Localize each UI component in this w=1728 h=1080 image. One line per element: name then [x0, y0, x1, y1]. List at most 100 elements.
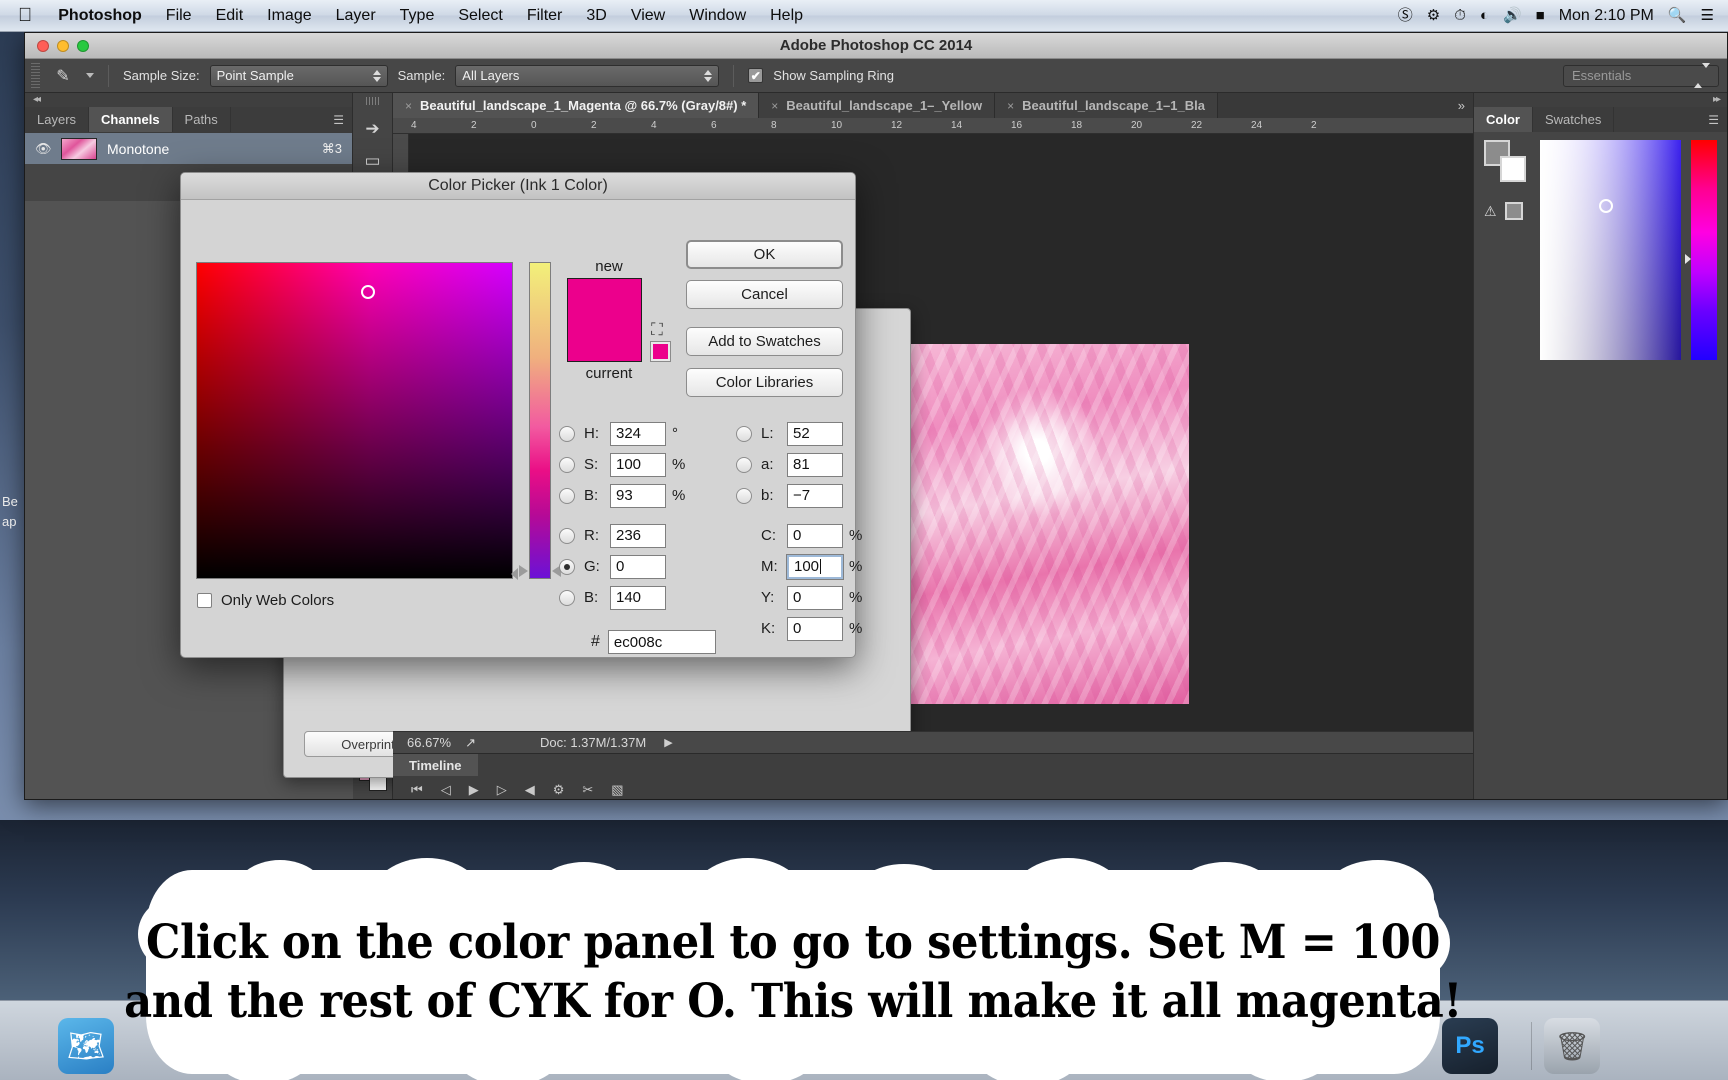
input-y[interactable]: 0 [787, 586, 843, 610]
share-icon[interactable]: ↗ [465, 735, 476, 751]
sample-size-select[interactable]: Point Sample [210, 65, 388, 87]
gamut-warning[interactable]: ⚠ [1484, 202, 1530, 220]
play-icon[interactable]: ▶ [469, 782, 479, 798]
zoom-level[interactable]: 66.67% [407, 735, 451, 750]
only-web-colors-row[interactable]: Only Web Colors [197, 592, 334, 609]
battery-icon[interactable]: ■ [1536, 8, 1545, 23]
menubar-clock[interactable]: Mon 2:10 PM [1559, 7, 1654, 25]
menu-item-layer[interactable]: Layer [324, 7, 388, 25]
document-tabs-overflow-icon[interactable]: » [1450, 93, 1473, 118]
menu-item-photoshop[interactable]: Photoshop [46, 7, 154, 25]
trash-icon[interactable]: 🗑 [1544, 1018, 1600, 1074]
tab-timeline[interactable]: Timeline [393, 754, 478, 776]
channel-row-monotone[interactable]: 👁 Monotone ⌘3 [25, 132, 352, 164]
color-panel-menu-icon[interactable]: ☰ [1700, 107, 1727, 132]
close-icon[interactable]: × [405, 99, 412, 113]
render-icon[interactable]: ▧ [611, 782, 623, 798]
creative-cloud-icon[interactable]: Ⓢ [1398, 8, 1413, 23]
color-picker-hue-slider[interactable] [529, 262, 551, 579]
panel-fg-bg-swatches[interactable] [1484, 140, 1526, 180]
marquee-tool-icon[interactable]: ▭ [364, 151, 380, 171]
menu-item-filter[interactable]: Filter [515, 7, 575, 25]
input-b-blue[interactable]: 140 [610, 586, 666, 610]
input-hex[interactable]: ec008c [608, 630, 716, 654]
panel-background-swatch[interactable] [1500, 156, 1526, 182]
radio-a[interactable] [736, 457, 752, 473]
cancel-button[interactable]: Cancel [686, 280, 843, 309]
document-tab-black[interactable]: × Beautiful_landscape_1–1_Bla [995, 93, 1218, 118]
search-icon[interactable]: 🔍 [1668, 8, 1687, 23]
next-frame-icon[interactable]: ▷ [497, 782, 507, 798]
menu-item-window[interactable]: Window [677, 7, 758, 25]
input-b-brightness[interactable]: 93 [610, 484, 666, 508]
menu-item-3d[interactable]: 3D [574, 7, 618, 25]
menu-item-file[interactable]: File [154, 7, 204, 25]
tab-layers[interactable]: Layers [25, 107, 89, 132]
menu-item-view[interactable]: View [619, 7, 677, 25]
tab-swatches[interactable]: Swatches [1533, 107, 1614, 132]
volume-icon[interactable]: 🔊 [1503, 8, 1522, 23]
input-r[interactable]: 236 [610, 524, 666, 548]
wifi-icon[interactable]: ◐ [1480, 8, 1489, 23]
input-a[interactable]: 81 [787, 453, 843, 477]
input-h[interactable]: 324 [610, 422, 666, 446]
input-g[interactable]: 0 [610, 555, 666, 579]
tab-channels[interactable]: Channels [89, 107, 173, 132]
tab-paths[interactable]: Paths [173, 107, 231, 132]
tab-color[interactable]: Color [1474, 107, 1533, 132]
document-tab-yellow[interactable]: × Beautiful_landscape_1–_Yellow [759, 93, 995, 118]
sample-select[interactable]: All Layers [455, 65, 719, 87]
menu-item-select[interactable]: Select [446, 7, 514, 25]
move-tool-icon[interactable]: ➔ [365, 119, 379, 139]
settings-icon[interactable]: ⚙ [553, 782, 565, 798]
input-s[interactable]: 100 [610, 453, 666, 477]
prev-frame-icon[interactable]: ◁ [441, 782, 451, 798]
input-c[interactable]: 0 [787, 524, 843, 548]
first-frame-icon[interactable]: ⏮ [411, 782, 423, 798]
radio-b-blue[interactable] [559, 590, 575, 606]
out-of-gamut-cube-icon[interactable]: ⛶ [651, 320, 663, 340]
menu-item-type[interactable]: Type [388, 7, 447, 25]
color-panel-field[interactable] [1540, 140, 1681, 360]
color-libraries-button[interactable]: Color Libraries [686, 368, 843, 397]
gamut-warning-swatch[interactable] [1505, 202, 1523, 220]
radio-h[interactable] [559, 426, 575, 442]
close-icon[interactable]: × [771, 99, 778, 113]
tools-grip[interactable] [366, 97, 380, 105]
color-panel-collapse-bar[interactable]: ▸▸ [1474, 93, 1727, 107]
input-m[interactable]: 100 [787, 555, 843, 579]
panel-menu-icon[interactable]: ☰ [325, 107, 352, 132]
close-icon[interactable]: × [1007, 99, 1014, 113]
eyedropper-icon[interactable]: ✎ [50, 66, 76, 86]
radio-g[interactable] [559, 559, 575, 575]
time-machine-icon[interactable]: ⏱ [1454, 8, 1466, 23]
menu-item-edit[interactable]: Edit [204, 7, 256, 25]
menu-item-image[interactable]: Image [255, 7, 323, 25]
radio-l[interactable] [736, 426, 752, 442]
ok-button[interactable]: OK [686, 240, 843, 269]
bluetooth-icon[interactable]: ⚙ [1427, 8, 1440, 23]
color-picker-field[interactable] [196, 262, 513, 579]
options-bar-grip[interactable] [31, 63, 40, 89]
eye-icon[interactable]: 👁 [35, 141, 51, 157]
only-web-colors-checkbox[interactable] [197, 593, 212, 608]
menu-item-help[interactable]: Help [758, 7, 815, 25]
radio-r[interactable] [559, 528, 575, 544]
input-l[interactable]: 52 [787, 422, 843, 446]
alternate-color-swatch[interactable] [651, 342, 670, 361]
radio-b-brightness[interactable] [559, 488, 575, 504]
finder-icon[interactable]: 🗺 [58, 1018, 114, 1074]
scissors-icon[interactable]: ✂ [582, 782, 593, 798]
document-tab-magenta[interactable]: × Beautiful_landscape_1_Magenta @ 66.7% … [393, 93, 759, 118]
add-to-swatches-button[interactable]: Add to Swatches [686, 327, 843, 356]
audio-icon[interactable]: ◀ [525, 782, 535, 798]
document-image[interactable] [909, 344, 1189, 704]
workspace-switcher[interactable]: Essentials [1563, 65, 1719, 87]
input-b-lab[interactable]: −7 [787, 484, 843, 508]
show-sampling-ring-checkbox[interactable]: ✔ [748, 68, 763, 83]
chevron-down-icon[interactable] [86, 73, 94, 78]
input-k[interactable]: 0 [787, 617, 843, 641]
radio-s[interactable] [559, 457, 575, 473]
status-expand-icon[interactable]: ▶ [664, 736, 672, 749]
color-panel-hue-strip[interactable] [1691, 140, 1717, 360]
